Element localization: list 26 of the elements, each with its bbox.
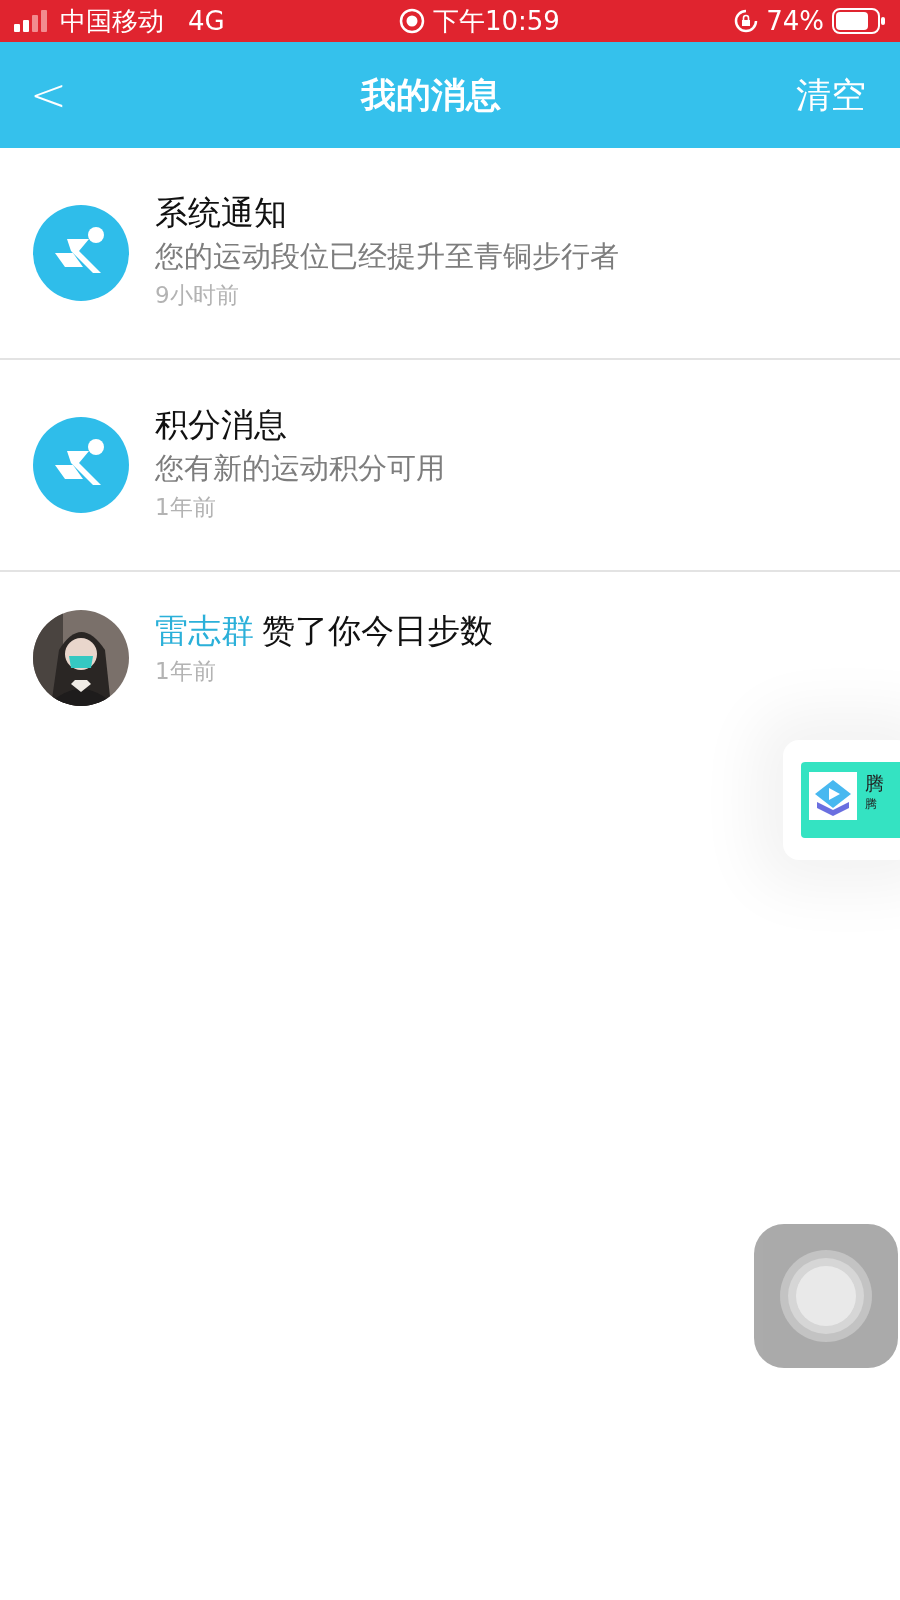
message-title: 系统通知 bbox=[155, 192, 288, 235]
runner-icon bbox=[33, 205, 129, 301]
rotation-lock-icon bbox=[734, 9, 759, 33]
message-title: 积分消息 bbox=[155, 404, 288, 447]
message-item[interactable]: 系统通知 您的运动段位已经提升至青铜步行者 9小时前 bbox=[0, 148, 900, 360]
app-banner[interactable]: 腾 腾 bbox=[801, 762, 900, 838]
app-logo-icon bbox=[809, 772, 857, 820]
app-subtitle: 腾 bbox=[865, 795, 878, 813]
network-type: 4G bbox=[188, 4, 225, 38]
app-name: 腾 bbox=[865, 772, 884, 795]
clock-time: 下午10:59 bbox=[433, 4, 560, 38]
message-time: 9小时前 bbox=[155, 281, 240, 311]
battery-icon bbox=[832, 8, 886, 34]
page-title: 我的消息 bbox=[361, 73, 502, 117]
message-time: 1年前 bbox=[155, 493, 217, 523]
message-text: 赞了你今日步数 bbox=[262, 610, 493, 652]
message-time: 1年前 bbox=[155, 656, 217, 686]
battery-percent: 74% bbox=[766, 4, 824, 38]
carrier-name: 中国移动 bbox=[60, 4, 164, 38]
message-text: 您的运动段位已经提升至青铜步行者 bbox=[155, 238, 619, 275]
recording-icon bbox=[399, 8, 425, 34]
runner-icon bbox=[33, 417, 129, 513]
message-item[interactable]: 雷志群 赞了你今日步数 1年前 bbox=[0, 572, 900, 722]
assistive-touch-button[interactable] bbox=[754, 1224, 898, 1368]
message-item[interactable]: 积分消息 您有新的运动积分可用 1年前 bbox=[0, 360, 900, 572]
message-text: 您有新的运动积分可用 bbox=[155, 450, 445, 487]
